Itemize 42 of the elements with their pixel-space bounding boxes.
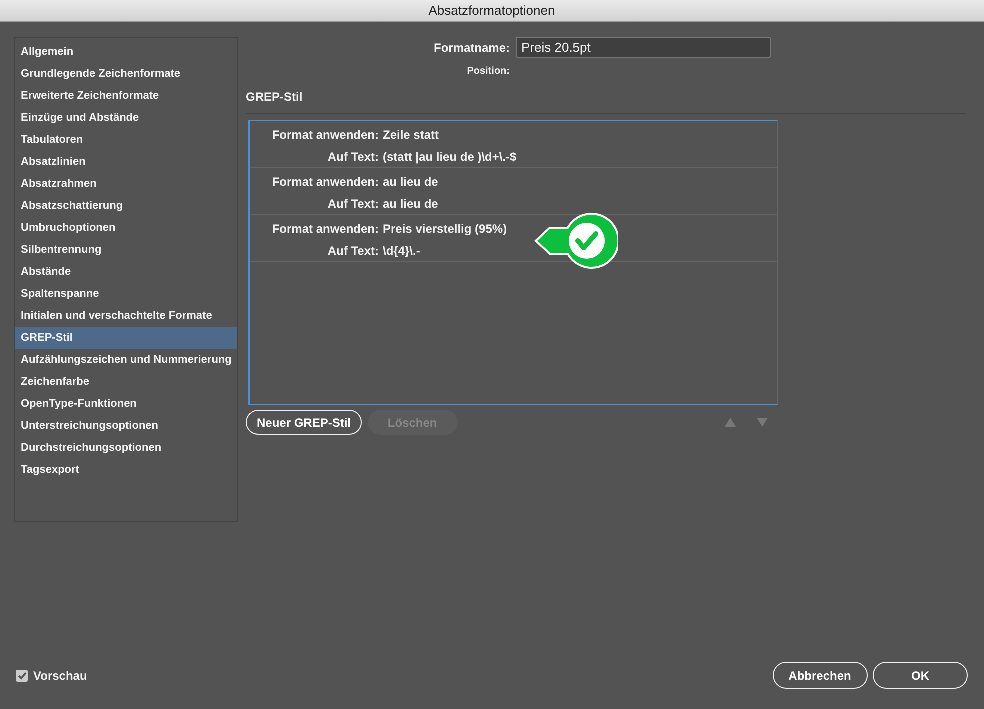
- sidebar-item[interactable]: Umbruchoptionen: [15, 217, 237, 239]
- sidebar-item[interactable]: Tagsexport: [15, 459, 237, 481]
- sidebar-item[interactable]: OpenType-Funktionen: [15, 393, 237, 415]
- sidebar-item[interactable]: Unterstreichungsoptionen: [15, 415, 237, 437]
- row-value: au lieu de: [383, 174, 438, 190]
- sidebar-item[interactable]: Absatzlinien: [15, 151, 237, 173]
- field-label: Formatname:: [432, 40, 510, 56]
- sidebar-item[interactable]: Einzüge und Abstände: [15, 107, 237, 129]
- window-title: Absatzformatoptionen: [0, 0, 984, 22]
- row-label: Format anwenden:: [271, 174, 380, 190]
- row-value: Preis vierstellig (95%): [383, 220, 508, 238]
- sidebar-item[interactable]: Erweiterte Zeichenformate: [15, 85, 237, 107]
- sidebar-item[interactable]: Initialen und verschachtelte Formate: [15, 305, 237, 327]
- sidebar-item[interactable]: GREP-Stil: [15, 327, 237, 349]
- list-button[interactable]: Neuer GREP-Stil: [246, 410, 362, 435]
- row-value: au lieu de: [383, 196, 438, 212]
- sidebar-item[interactable]: Aufzählungszeichen und Nummerierung: [15, 349, 237, 371]
- row-label: Format anwenden:: [271, 220, 380, 238]
- row-value: Zeile statt: [383, 126, 440, 144]
- sidebar-item[interactable]: Durchstreichungsoptionen: [15, 437, 237, 459]
- checkbox-label: Vorschau: [34, 668, 88, 684]
- row-label: Auf Text:: [326, 196, 380, 212]
- dialog-button[interactable]: Abbrechen: [772, 662, 868, 689]
- row-label: Format anwenden:: [271, 126, 380, 144]
- row-label: Auf Text:: [326, 242, 380, 260]
- sidebar-item[interactable]: Absatzschattierung: [15, 195, 237, 217]
- preview-checkbox[interactable]: [16, 670, 28, 682]
- sidebar-item[interactable]: Zeichenfarbe: [15, 371, 237, 393]
- sidebar-item[interactable]: Allgemein: [15, 41, 237, 63]
- sidebar-item[interactable]: Silbentrennung: [15, 239, 237, 261]
- dialog-button[interactable]: OK: [873, 662, 968, 689]
- row-label: Auf Text:: [326, 148, 380, 166]
- sidebar-item[interactable]: Tabulatoren: [15, 129, 237, 151]
- sidebar-item[interactable]: Spaltenspanne: [15, 283, 237, 305]
- sidebar-item[interactable]: Grundlegende Zeichenformate: [15, 63, 237, 85]
- name-field[interactable]: Preis 20.5pt: [516, 37, 770, 58]
- sidebar-item[interactable]: Abstände: [15, 261, 237, 283]
- row-value: (statt |au lieu de )\d+\.-$: [383, 148, 517, 166]
- field-label: Position:: [466, 64, 510, 78]
- sidebar-item[interactable]: Absatzrahmen: [15, 173, 237, 195]
- row-value: \d{4}\.-: [383, 242, 420, 260]
- section-title: GREP-Stil: [246, 88, 304, 106]
